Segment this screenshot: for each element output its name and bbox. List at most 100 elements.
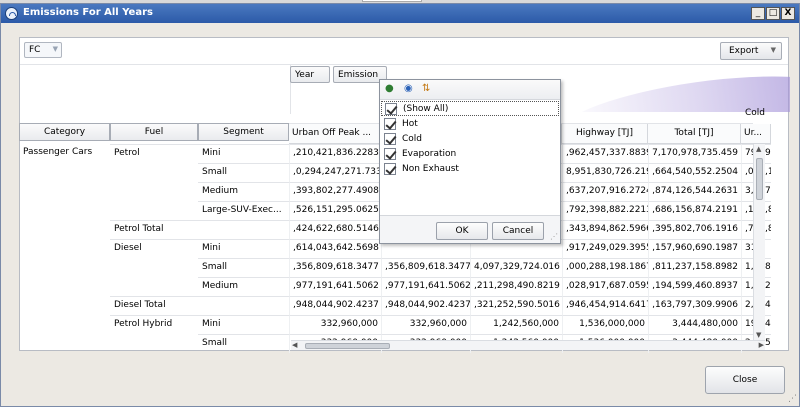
table-row: Small ,356,809,618.3477,356,809,618.3477 4…: [110, 258, 771, 277]
close-button[interactable]: Close: [705, 366, 785, 394]
value-cell[interactable]: 3,444,480,000: [648, 315, 741, 334]
value-cell[interactable]: ,962,457,337.8839: [562, 144, 648, 163]
value-cell[interactable]: 332,960,000: [289, 315, 381, 334]
popup-toolbar: ● ◉ ⇅: [380, 80, 560, 100]
value-cell[interactable]: ,977,191,641.5062: [381, 277, 470, 296]
value-cell[interactable]: ,917,249,029.3955: [562, 239, 648, 258]
value-cell[interactable]: 4,097,329,724.016: [470, 258, 562, 277]
filter-item-label: Hot: [402, 118, 418, 129]
segment-cell: Small: [198, 163, 289, 182]
filter-field-label: FC: [29, 45, 41, 55]
checkbox-checked-icon[interactable]: [384, 117, 396, 130]
value-cell[interactable]: ,157,960,690.1987: [648, 239, 741, 258]
filter-field-fc[interactable]: FC ▼: [24, 42, 62, 58]
filter-item-hot[interactable]: Hot: [381, 116, 559, 131]
filter-item-label: Cold: [402, 133, 423, 144]
vertical-scroll-thumb[interactable]: [756, 158, 763, 200]
row-header-fuel[interactable]: Fuel: [110, 123, 198, 141]
segment-cell: Mini: [198, 315, 289, 334]
value-cell[interactable]: ,395,802,706.1916: [648, 220, 741, 239]
value-cell[interactable]: ,000,288,198.1867: [562, 258, 648, 277]
scroll-up-icon[interactable]: ▲: [756, 145, 761, 153]
minimize-button[interactable]: _: [751, 7, 765, 20]
vertical-scrollbar[interactable]: ▲ ▼: [753, 144, 765, 340]
fuel-cell: [110, 163, 198, 182]
value-cell[interactable]: ,356,809,618.3477: [289, 258, 381, 277]
column-field-year[interactable]: Year: [290, 66, 330, 83]
close-window-button[interactable]: X: [781, 7, 795, 20]
value-cell[interactable]: ,946,454,914.6417: [562, 296, 648, 315]
title-bar[interactable]: Emissions For All Years _ □ X: [1, 4, 799, 23]
scroll-down-icon[interactable]: ▼: [756, 331, 761, 339]
value-cell[interactable]: ,811,237,158.8982: [648, 258, 741, 277]
value-cell[interactable]: ,194,599,460.8937: [648, 277, 741, 296]
value-cell[interactable]: ,948,044,902.4237: [381, 296, 470, 315]
window-resize-grip-icon[interactable]: ⋰: [788, 394, 797, 404]
table-row: Medium ,977,191,641.5062,977,191,641.5062…: [110, 277, 771, 296]
column-header-cold-urban[interactable]: Ur...: [741, 124, 771, 144]
column-header-total[interactable]: Total [TJ]: [648, 124, 741, 144]
value-cell[interactable]: 332,960,000: [381, 315, 470, 334]
filter-item-cold[interactable]: Cold: [381, 131, 559, 146]
export-button[interactable]: Export ▼: [720, 42, 782, 60]
filter-icon[interactable]: ▼: [53, 45, 58, 53]
value-cell[interactable]: ,874,126,544.2631: [648, 182, 741, 201]
filter-item-label: Non Exhaust: [402, 163, 459, 174]
value-cell[interactable]: 1,536,000,000: [562, 315, 648, 334]
fuel-cell: [110, 182, 198, 201]
value-cell[interactable]: ,614,043,642.5698: [289, 239, 381, 258]
resize-grip-icon[interactable]: ⋰: [550, 232, 558, 241]
segment-cell: Mini: [198, 144, 289, 163]
export-label: Export: [729, 46, 759, 56]
value-cell[interactable]: ,686,156,874.2191: [648, 201, 741, 220]
row-header-segment[interactable]: Segment: [198, 123, 289, 141]
value-cell[interactable]: ,393,802,277.4908: [289, 182, 381, 201]
show-all-icon[interactable]: ●: [385, 84, 394, 94]
filter-item-show-all[interactable]: (Show All): [381, 101, 559, 116]
value-cell[interactable]: ,028,917,687.0595: [562, 277, 648, 296]
sort-icon[interactable]: ⇅: [422, 84, 430, 94]
ok-button[interactable]: OK: [436, 222, 488, 240]
scroll-left-icon[interactable]: ◀: [292, 341, 297, 349]
value-cell[interactable]: ,343,894,862.5966: [562, 220, 648, 239]
value-cell[interactable]: 7,170,978,735.459: [648, 144, 741, 163]
maximize-button[interactable]: □: [766, 7, 780, 20]
value-cell[interactable]: ,321,252,590.5016: [470, 296, 562, 315]
value-cell[interactable]: ,664,540,552.2504: [648, 163, 741, 182]
value-cell[interactable]: ,211,298,490.8219: [470, 277, 562, 296]
filter-item-evaporation[interactable]: Evaporation: [381, 146, 559, 161]
horizontal-scrollbar[interactable]: ◀ ▶: [291, 340, 765, 350]
value-cell[interactable]: ,792,398,882.2213: [562, 201, 648, 220]
column-header-highway[interactable]: Highway [TJ]: [562, 124, 648, 144]
scroll-right-icon[interactable]: ▶: [759, 341, 764, 349]
cancel-button[interactable]: Cancel: [492, 222, 544, 240]
fuel-cell: Petrol: [110, 144, 198, 163]
value-cell[interactable]: ,977,191,641.5062: [289, 277, 381, 296]
horizontal-scroll-thumb[interactable]: [305, 343, 390, 349]
category-cell: Passenger Cars: [23, 147, 93, 157]
checkbox-checked-icon[interactable]: [384, 162, 396, 175]
filter-item-non-exhaust[interactable]: Non Exhaust: [381, 161, 559, 176]
value-cell[interactable]: ,637,207,916.2724: [562, 182, 648, 201]
column-header-urban-off-peak[interactable]: Urban Off Peak ...: [289, 124, 381, 144]
value-cell[interactable]: ,424,622,680.5146: [289, 220, 381, 239]
popup-footer: OK Cancel ⋰: [380, 215, 560, 243]
row-header-category[interactable]: Category: [19, 123, 110, 141]
value-cell[interactable]: ,210,421,836.2283: [289, 144, 381, 163]
value-cell[interactable]: ,526,151,295.0625: [289, 201, 381, 220]
checkbox-checked-icon[interactable]: [385, 102, 397, 115]
emission-filter-popup: ● ◉ ⇅ (Show All) Hot Cold Evaporation No…: [379, 79, 561, 244]
total-label: Diesel Total: [110, 296, 289, 315]
radio-icon[interactable]: ◉: [404, 84, 413, 94]
checkbox-checked-icon[interactable]: [384, 132, 396, 145]
value-cell[interactable]: 1,242,560,000: [470, 315, 562, 334]
value-cell[interactable]: 8,951,830,726.219: [562, 163, 648, 182]
checkbox-checked-icon[interactable]: [384, 147, 396, 160]
value-cell[interactable]: ,0,294,247,271.733: [289, 163, 381, 182]
value-cell[interactable]: ,163,797,309.9906: [648, 296, 741, 315]
background-window-fragment: [362, 0, 422, 2]
filter-list: (Show All) Hot Cold Evaporation Non Exha…: [381, 101, 559, 176]
value-cell[interactable]: ,948,044,902.4237: [289, 296, 381, 315]
segment-cell: Large-SUV-Exec...: [198, 201, 289, 220]
value-cell[interactable]: ,356,809,618.3477: [381, 258, 470, 277]
